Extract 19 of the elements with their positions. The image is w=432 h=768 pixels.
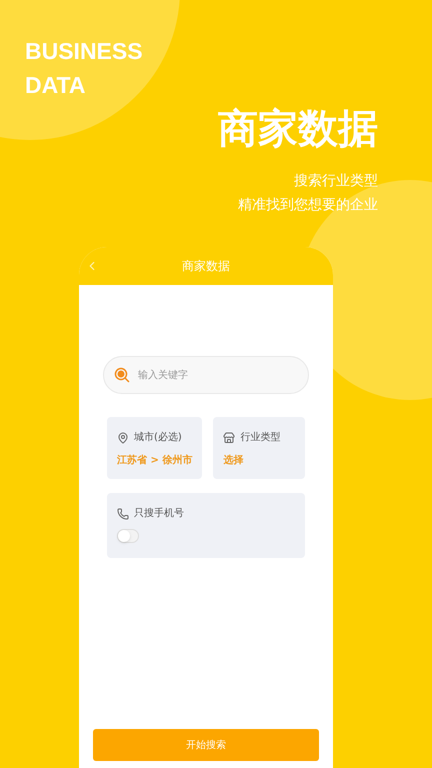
filter-label: 城市(必选) [134,430,182,445]
phone-icon [117,508,129,520]
store-icon [223,432,236,444]
subtitle-line: 精准找到您想要的企业 [238,196,378,214]
english-title: BUSINESS DATA [25,37,144,100]
search-field[interactable]: 输入关键字 [103,356,309,394]
filter-card[interactable]: 行业类型 选择 [213,417,305,479]
filter-card[interactable]: 城市(必选) 江苏省 > 徐州市 [107,417,202,479]
hero-title: 商家数据 [218,105,378,154]
search-input[interactable]: 输入关键字 [138,368,298,382]
filter-value: 选择 [223,454,244,468]
header-title: 商家数据 [182,258,230,275]
toggle-switch[interactable] [117,529,139,543]
subtitle-line: 搜索行业类型 [294,172,378,190]
filter-value: 江苏省 > 徐州市 [117,453,192,468]
filter-label: 行业类型 [240,430,280,445]
location-pin-icon [117,432,129,444]
phone-only-label: 只搜手机号 [134,506,184,521]
search-icon [114,367,130,383]
